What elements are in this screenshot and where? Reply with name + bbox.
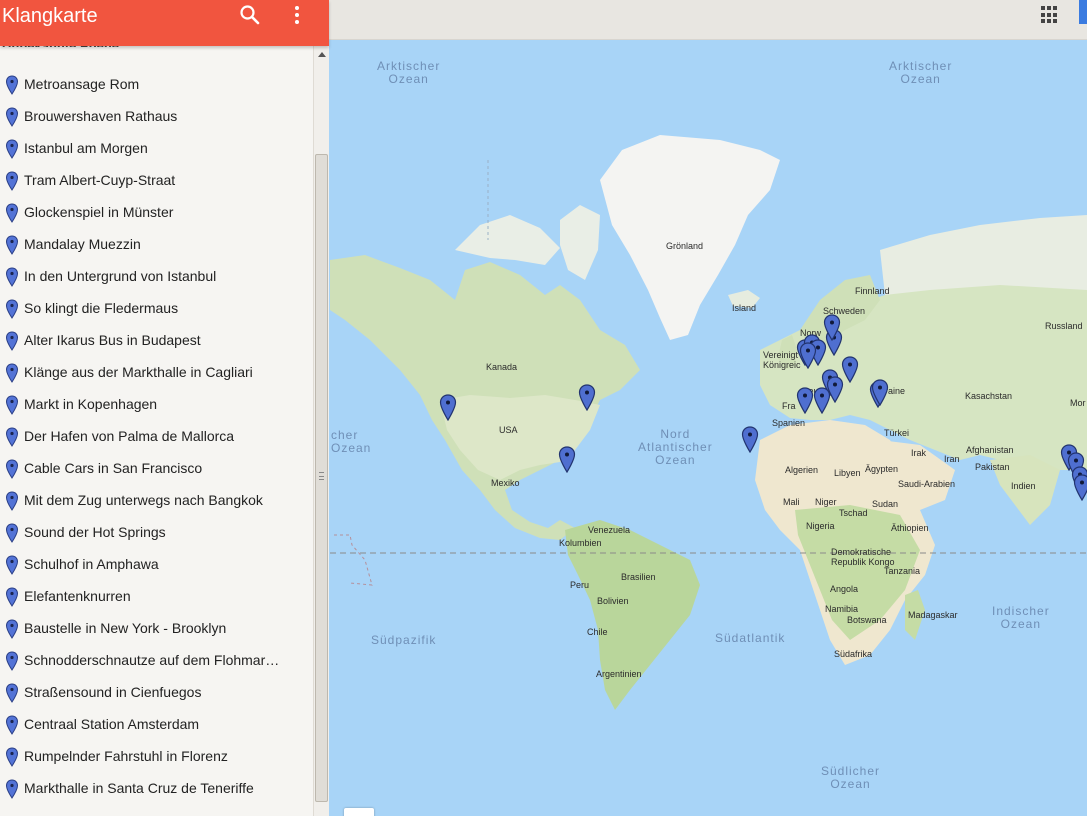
list-item-label: Tram Albert-Cuyp-Straat xyxy=(24,172,176,188)
list-item-label: Glockenspiel in Münster xyxy=(24,204,174,220)
list-item-label: Mit dem Zug unterwegs nach Bangkok xyxy=(24,492,263,508)
map-control-button[interactable] xyxy=(344,808,374,816)
map-pin-icon xyxy=(5,491,19,511)
map-pin-icon xyxy=(5,235,19,255)
map-pin-icon xyxy=(5,683,19,703)
list-item-label: Elefantenknurren xyxy=(24,588,131,604)
map-pin-icon xyxy=(5,459,19,479)
list-item-label: Brouwershaven Rathaus xyxy=(24,108,178,124)
map-marker-icon[interactable] xyxy=(813,387,831,415)
list-item[interactable]: Schulhof in Amphawa xyxy=(0,548,312,580)
map-pin-icon xyxy=(5,203,19,223)
list-item[interactable]: Centraal Station Amsterdam xyxy=(0,708,312,740)
list-item[interactable]: Straßensound in Cienfuegos xyxy=(0,676,312,708)
map-pin-icon xyxy=(5,331,19,351)
app-root: Arktischer Ozean Arktischer Ozean Nord A… xyxy=(0,0,1087,816)
list-item[interactable]: Tram Albert-Cuyp-Straat xyxy=(0,164,312,196)
map-marker-icon[interactable] xyxy=(841,356,859,384)
list-item[interactable]: Metroansage Rom xyxy=(0,68,312,100)
list-item-label: Markt in Kopenhagen xyxy=(24,396,158,412)
map-marker-icon[interactable] xyxy=(826,376,844,404)
list-item[interactable]: Klänge aus der Markthalle in Cagliari xyxy=(0,356,312,388)
list-item[interactable]: Mit dem Zug unterwegs nach Bangkok xyxy=(0,484,312,516)
list-item-label: Mandalay Muezzin xyxy=(24,236,141,252)
map-marker-icon[interactable] xyxy=(741,426,759,454)
list-item[interactable]: Markt in Kopenhagen xyxy=(0,388,312,420)
map-pin-icon xyxy=(5,651,19,671)
scroll-thumb[interactable] xyxy=(315,154,328,802)
list-item[interactable]: Brouwershaven Rathaus xyxy=(0,100,312,132)
list-item-label: Markthalle in Santa Cruz de Teneriffe xyxy=(24,780,254,796)
sidebar-scrollbar[interactable] xyxy=(313,46,329,816)
more-vert-icon xyxy=(295,6,299,24)
list-item[interactable]: Schnodderschnautze auf dem Flohmark… xyxy=(0,644,312,676)
map-pin-icon xyxy=(5,75,19,95)
map-pin-icon xyxy=(5,299,19,319)
apps-grid-icon[interactable] xyxy=(1041,6,1059,24)
sidebar-panel: Klangkarte Unbekannte Ebene Metroansage … xyxy=(0,0,329,816)
list-item[interactable]: Baustelle in New York - Brooklyn xyxy=(0,612,312,644)
list-item-label: Baustelle in New York - Brooklyn xyxy=(24,620,227,636)
map-pin-icon xyxy=(5,779,19,799)
map-marker-icon[interactable] xyxy=(799,342,817,370)
list-item[interactable]: Glockenspiel in Münster xyxy=(0,196,312,228)
map-pin-icon xyxy=(5,171,19,191)
map-pin-icon xyxy=(5,427,19,447)
search-icon xyxy=(240,5,260,25)
list-item[interactable]: Istanbul am Morgen xyxy=(0,132,312,164)
list-item[interactable]: Markthalle in Santa Cruz de Teneriffe xyxy=(0,772,312,804)
map-pin-icon xyxy=(5,139,19,159)
list-item[interactable]: Sound der Hot Springs xyxy=(0,516,312,548)
account-button-edge[interactable] xyxy=(1079,0,1087,24)
map-pin-icon xyxy=(5,395,19,415)
map-top-bar xyxy=(329,0,1087,40)
list-item-label: Centraal Station Amsterdam xyxy=(24,716,200,732)
map-marker-icon[interactable] xyxy=(1073,474,1087,502)
scroll-grip-icon xyxy=(319,472,324,480)
map-marker-icon[interactable] xyxy=(578,384,596,412)
list-item[interactable]: Elefantenknurren xyxy=(0,580,312,612)
map-pin-icon xyxy=(5,363,19,383)
list-item-label: Der Hafen von Palma de Mallorca xyxy=(24,428,235,444)
list-item[interactable]: Alter Ikarus Bus in Budapest xyxy=(0,324,312,356)
list-item-label: Schulhof in Amphawa xyxy=(24,556,159,572)
list-item-label: Sound der Hot Springs xyxy=(24,524,166,540)
more-options-button[interactable] xyxy=(288,4,306,26)
map-pin-icon xyxy=(5,523,19,543)
list-item-label: Cable Cars in San Francisco xyxy=(24,460,203,476)
list-item-label: Straßensound in Cienfuegos xyxy=(24,684,202,700)
list-item-label: Klänge aus der Markthalle in Cagliari xyxy=(24,364,253,380)
list-item-label: Schnodderschnautze auf dem Flohmark… xyxy=(24,652,286,668)
map-marker-icon[interactable] xyxy=(796,387,814,415)
sidebar-header: Klangkarte xyxy=(0,0,329,46)
list-item-label: Istanbul am Morgen xyxy=(24,140,148,156)
list-item[interactable]: Mandalay Muezzin xyxy=(0,228,312,260)
map-marker-icon[interactable] xyxy=(439,394,457,422)
list-item-label: Rumpelnder Fahrstuhl in Florenz xyxy=(24,748,228,764)
list-item-label: Alter Ikarus Bus in Budapest xyxy=(24,332,201,348)
app-title: Klangkarte xyxy=(2,5,98,27)
map-pin-icon xyxy=(5,619,19,639)
map-pin-icon xyxy=(5,107,19,127)
list-item-label: Metroansage Rom xyxy=(24,76,140,92)
list-item-label: So klingt die Fledermaus xyxy=(24,300,179,316)
scroll-up-arrow-icon[interactable] xyxy=(318,52,326,57)
map-pin-icon xyxy=(5,715,19,735)
list-item[interactable]: In den Untergrund von Istanbul xyxy=(0,260,312,292)
map-marker-icon[interactable] xyxy=(558,446,576,474)
list-item[interactable]: Cable Cars in San Francisco xyxy=(0,452,312,484)
map-pin-icon xyxy=(5,747,19,767)
search-button[interactable] xyxy=(239,4,261,26)
list-item[interactable]: Der Hafen von Palma de Mallorca xyxy=(0,420,312,452)
list-item[interactable]: So klingt die Fledermaus xyxy=(0,292,312,324)
list-item[interactable]: Rumpelnder Fahrstuhl in Florenz xyxy=(0,740,312,772)
map-pin-icon xyxy=(5,555,19,575)
map-pin-icon xyxy=(5,267,19,287)
map-pin-icon xyxy=(5,587,19,607)
list-item-label: In den Untergrund von Istanbul xyxy=(24,268,217,284)
sound-list: Metroansage Rom Brouwershaven Rathaus Ista… xyxy=(0,68,312,804)
